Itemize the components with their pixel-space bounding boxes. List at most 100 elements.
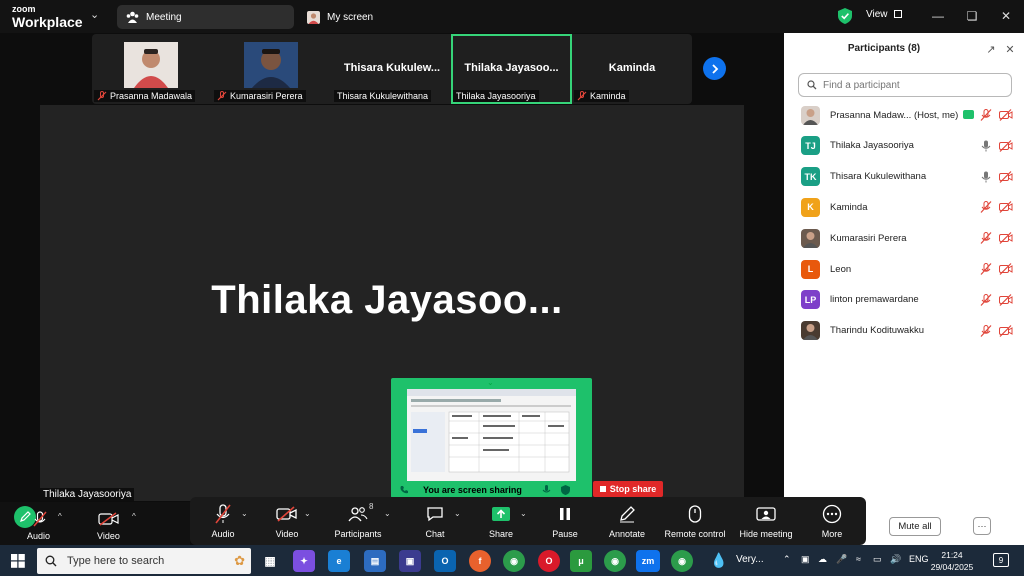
notification-icon[interactable]: 9 xyxy=(993,553,1009,567)
participant-row[interactable]: TJ Thilaka Jayasooriya xyxy=(784,131,1024,161)
firefox-icon[interactable]: f xyxy=(469,550,491,572)
mic-muted-icon[interactable] xyxy=(980,324,992,337)
more-button[interactable]: More xyxy=(817,503,847,543)
chrome-window-icon[interactable]: ◉ xyxy=(671,550,693,572)
opera-icon[interactable]: O xyxy=(538,550,560,572)
video-tile-kaminda[interactable]: Kaminda Kaminda xyxy=(572,34,692,104)
participant-search-input[interactable] xyxy=(823,79,1003,91)
mic-muted-icon[interactable] xyxy=(980,109,992,121)
video-off-icon[interactable] xyxy=(999,263,1013,275)
participants-button[interactable]: Participants xyxy=(333,503,383,543)
wifi-icon[interactable]: ≈ xyxy=(856,554,861,564)
participant-row[interactable]: Tharindu Kodituwakku xyxy=(784,316,1024,346)
hide-meeting-button[interactable]: Hide meeting xyxy=(739,503,793,543)
video-button[interactable]: Video xyxy=(272,503,302,543)
chat-caret-icon[interactable]: ⌄ xyxy=(454,509,461,518)
weather-text[interactable]: Very... xyxy=(736,554,764,565)
video-tile-kumarasiri[interactable]: Kumarasiri Perera xyxy=(212,34,332,104)
chevron-down-icon[interactable]: ⌄ xyxy=(487,378,494,387)
video-tile-prasanna[interactable]: Prasanna Madawala xyxy=(92,34,212,104)
video-options-caret[interactable]: ^ xyxy=(132,512,136,521)
share-button[interactable]: Share xyxy=(486,503,516,543)
video-off-icon[interactable] xyxy=(999,232,1013,245)
mic-muted-icon[interactable] xyxy=(980,201,992,214)
close-icon[interactable]: ✕ xyxy=(1003,42,1017,56)
mute-all-button[interactable]: Mute all xyxy=(889,517,941,536)
view-button[interactable]: View xyxy=(866,9,903,20)
audio-button[interactable]: Audio xyxy=(208,503,238,543)
cloud-icon[interactable]: ☁ xyxy=(818,554,827,565)
zoom-meeting-window: zoom Workplace ⌄ Meeting My screen View … xyxy=(0,0,1024,576)
stop-share-button[interactable]: Stop share xyxy=(593,481,663,497)
more-icon xyxy=(822,504,842,524)
tab-meeting[interactable]: Meeting xyxy=(117,5,294,29)
mic-muted-icon[interactable] xyxy=(33,511,47,527)
video-off-icon[interactable] xyxy=(999,170,1013,183)
avatar: K xyxy=(801,197,820,217)
video-off-icon[interactable] xyxy=(98,512,120,526)
mic-muted-icon[interactable] xyxy=(980,232,992,245)
participant-row[interactable]: Kumarasiri Perera xyxy=(784,223,1024,253)
video-tile-thilaka-active[interactable]: Thilaka Jayasoo... Thilaka Jayasooriya xyxy=(451,34,572,104)
mic-icon[interactable] xyxy=(980,171,992,183)
chevron-down-icon[interactable]: ⌄ xyxy=(90,8,99,21)
zoom-taskbar-icon[interactable]: zm xyxy=(636,550,660,572)
edge-icon[interactable]: e xyxy=(328,550,350,572)
video-off-icon[interactable] xyxy=(999,109,1013,121)
remote-control-button[interactable]: Remote control xyxy=(664,503,726,543)
outlook-icon[interactable]: O xyxy=(434,550,456,572)
video-off-icon[interactable] xyxy=(999,201,1013,214)
tab-my-screen[interactable]: My screen xyxy=(298,5,418,29)
tile-name: Thisara Kukulewithana xyxy=(337,91,429,101)
video-off-icon[interactable] xyxy=(999,293,1013,306)
video-off-icon[interactable] xyxy=(999,139,1013,152)
participant-row[interactable]: Prasanna Madaw... (Host, me) xyxy=(784,100,1024,130)
weather-icon[interactable]: 💧 xyxy=(710,552,727,569)
language-indicator[interactable]: ENG xyxy=(909,554,929,564)
chat-button[interactable]: Chat xyxy=(420,503,450,543)
participant-search[interactable] xyxy=(798,73,1012,97)
next-page-button[interactable] xyxy=(703,57,726,80)
taskbar-clock[interactable]: 21:24 29/04/2025 xyxy=(928,549,976,573)
tray-app-icon[interactable]: ▣ xyxy=(801,554,810,565)
taskbar-search[interactable]: Type here to search ✿ xyxy=(37,548,251,574)
mic-muted-icon[interactable] xyxy=(980,263,992,275)
audio-caret-icon[interactable]: ⌄ xyxy=(241,509,248,518)
participants-caret-icon[interactable]: ⌄ xyxy=(384,509,391,518)
pause-icon xyxy=(560,508,570,520)
mic-icon[interactable] xyxy=(980,140,992,152)
mic-muted-icon[interactable] xyxy=(980,293,992,306)
copilot-icon[interactable]: ✦ xyxy=(293,550,315,572)
screen-share-preview[interactable]: ⌄ You are screen sharing xyxy=(391,378,592,498)
audio-options-caret[interactable]: ^ xyxy=(58,512,62,521)
windows-start-icon[interactable] xyxy=(11,554,25,568)
pop-out-icon[interactable]: ↗ xyxy=(984,42,998,56)
task-view-icon[interactable]: ▦ xyxy=(259,550,281,572)
chrome-icon[interactable]: ◉ xyxy=(503,550,525,572)
tray-overflow-icon[interactable]: ⌃ xyxy=(783,554,791,565)
speaker-icon[interactable]: 🔊 xyxy=(890,554,901,565)
minimize-icon[interactable]: — xyxy=(928,7,948,25)
close-icon[interactable]: ✕ xyxy=(996,7,1016,25)
video-off-icon[interactable] xyxy=(999,324,1013,337)
participant-row[interactable]: LP linton premawardane xyxy=(784,285,1024,315)
participant-row[interactable]: TK Thisara Kukulewithana xyxy=(784,162,1024,192)
video-caret-icon[interactable]: ⌄ xyxy=(304,509,311,518)
file-explorer-icon[interactable]: ▤ xyxy=(364,550,386,572)
pause-share-button[interactable]: Pause xyxy=(550,503,580,543)
microsoft-store-icon[interactable]: ▣ xyxy=(399,550,421,572)
view-label: View xyxy=(866,9,888,20)
battery-icon[interactable]: ▭ xyxy=(873,554,882,565)
security-shield-icon[interactable] xyxy=(838,8,852,24)
share-caret-icon[interactable]: ⌄ xyxy=(520,509,527,518)
annotate-button[interactable]: Annotate xyxy=(607,503,647,543)
participant-row[interactable]: L Leon xyxy=(784,254,1024,284)
video-tile-thisara[interactable]: Thisara Kukulew... Thisara Kukulewithana xyxy=(332,34,452,104)
utorrent-icon[interactable]: μ xyxy=(570,550,592,572)
more-options-button[interactable]: ··· xyxy=(973,517,991,535)
restore-icon[interactable]: ❏ xyxy=(962,7,982,25)
participant-row[interactable]: K Kaminda xyxy=(784,192,1024,222)
mic-tray-icon[interactable]: 🎤 xyxy=(836,554,847,565)
mic-icon[interactable] xyxy=(542,484,551,495)
chrome-profile-icon[interactable]: ◉ xyxy=(604,550,626,572)
